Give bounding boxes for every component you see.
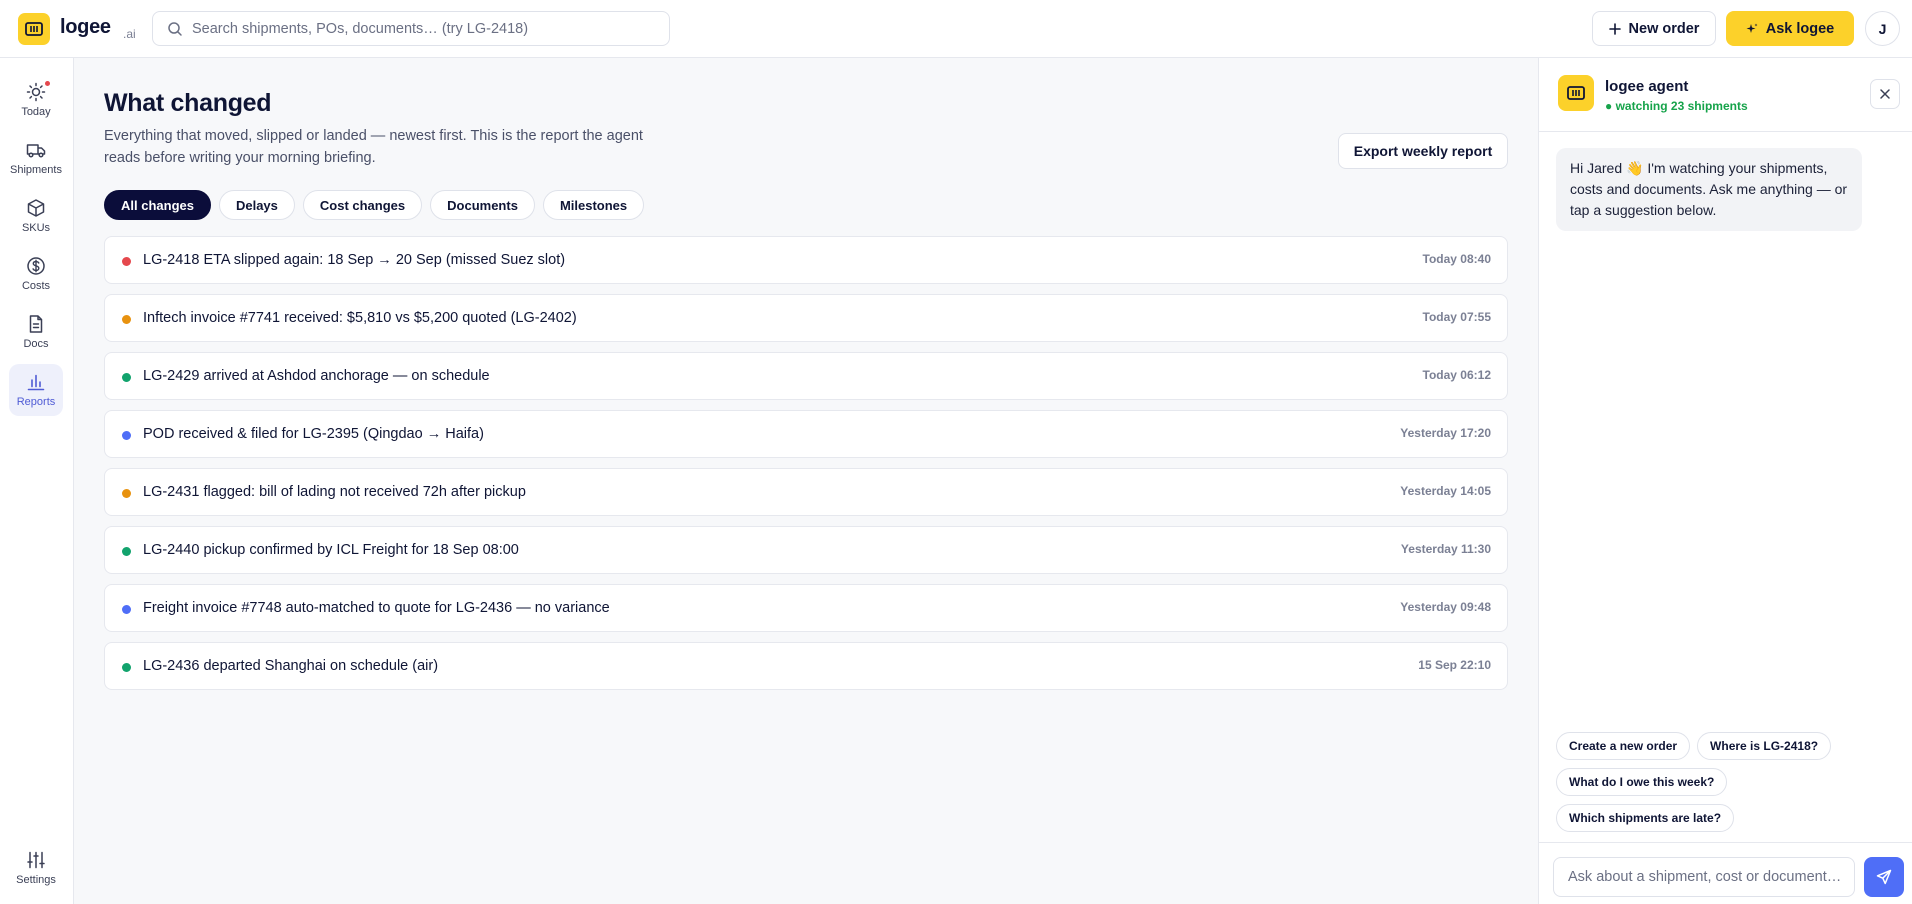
- new-order-label: New order: [1628, 20, 1700, 37]
- change-time: 15 Sep 22:10: [1418, 658, 1491, 672]
- new-order-button[interactable]: New order: [1592, 11, 1716, 46]
- close-icon: [1880, 89, 1890, 99]
- search-input[interactable]: [192, 20, 662, 37]
- sidebar-item-label: Reports: [16, 396, 56, 408]
- filter-cost-changes[interactable]: Cost changes: [302, 190, 423, 220]
- change-time: Today 06:12: [1422, 368, 1491, 382]
- logo[interactable]: [18, 13, 50, 45]
- change-row[interactable]: LG-2418 ETA slipped again: 18 Sep → 20 S…: [104, 236, 1508, 284]
- sidebar-item-docs[interactable]: Docs: [9, 306, 63, 358]
- change-row[interactable]: LG-2429 arrived at Ashdod anchorage — on…: [104, 352, 1508, 400]
- truck-icon: [26, 144, 46, 158]
- filter-milestones[interactable]: Milestones: [542, 190, 645, 220]
- sparkle-icon: [1746, 23, 1758, 33]
- document-icon: [29, 315, 43, 333]
- change-text: LG-2429 arrived at Ashdod anchorage — on…: [143, 368, 490, 384]
- agent-panel-header: logee agent ● watching 23 shipments: [1539, 58, 1912, 132]
- change-time: Yesterday 14:05: [1400, 484, 1491, 498]
- change-text: LG-2418 ETA slipped again: 18 Sep → 20 S…: [143, 252, 566, 268]
- change-row[interactable]: Freight invoice #7748 auto-matched to qu…: [104, 584, 1508, 632]
- brand-name: logee: [60, 16, 111, 38]
- change-row[interactable]: POD received & filed for LG-2395 (Qingda…: [104, 410, 1508, 458]
- status-dot: [122, 489, 131, 498]
- filter-tabs: All changes Delays Cost changes Document…: [104, 190, 645, 220]
- filter-all-changes[interactable]: All changes: [104, 190, 211, 220]
- global-search[interactable]: [152, 11, 670, 46]
- bar-chart-icon: [27, 374, 45, 391]
- change-text: POD received & filed for LG-2395 (Qingda…: [143, 426, 484, 442]
- sidebar-item-today[interactable]: Today: [9, 74, 63, 126]
- sliders-icon: [27, 851, 45, 869]
- logo-icon: [1567, 86, 1585, 100]
- change-text: LG-2436 departed Shanghai on schedule (a…: [143, 658, 439, 674]
- change-time: Today 07:55: [1422, 310, 1491, 324]
- sidebar-item-shipments[interactable]: Shipments: [9, 132, 63, 184]
- status-dot: [122, 663, 131, 672]
- export-weekly-report-button[interactable]: Export weekly report: [1338, 133, 1508, 169]
- ask-logee-label: Ask logee: [1765, 20, 1835, 37]
- sun-icon: [26, 82, 46, 102]
- plus-icon: [1608, 22, 1621, 35]
- change-row[interactable]: LG-2431 flagged: bill of lading not rece…: [104, 468, 1508, 516]
- status-dot: [122, 257, 131, 266]
- change-time: Yesterday 17:20: [1400, 426, 1491, 440]
- change-row[interactable]: LG-2436 departed Shanghai on schedule (a…: [104, 642, 1508, 690]
- change-row[interactable]: Inftech invoice #7741 received: $5,810 v…: [104, 294, 1508, 342]
- sidebar-item-settings[interactable]: Settings: [9, 842, 63, 894]
- send-button[interactable]: [1864, 857, 1904, 897]
- brand-suffix: .ai: [123, 27, 136, 41]
- suggestion-late-shipments[interactable]: Which shipments are late?: [1556, 804, 1735, 832]
- suggestion-where-is-lg2418[interactable]: Where is LG-2418?: [1697, 732, 1832, 760]
- change-time: Yesterday 09:48: [1400, 600, 1491, 614]
- box-icon: [27, 199, 45, 217]
- filter-documents[interactable]: Documents: [430, 190, 535, 220]
- status-dot: [122, 431, 131, 440]
- sidebar-item-label: Docs: [23, 338, 49, 350]
- change-row[interactable]: LG-2440 pickup confirmed by ICL Freight …: [104, 526, 1508, 574]
- agent-avatar: [1558, 75, 1594, 111]
- change-text: LG-2440 pickup confirmed by ICL Freight …: [143, 542, 519, 558]
- sidebar-item-label: Shipments: [10, 164, 62, 176]
- status-dot: [122, 605, 131, 614]
- sidebar-item-costs[interactable]: Costs: [9, 248, 63, 300]
- status-dot: [122, 373, 131, 382]
- search-icon: [168, 21, 182, 36]
- message-input[interactable]: [1553, 857, 1855, 897]
- change-text: Inftech invoice #7741 received: $5,810 v…: [143, 310, 577, 326]
- dollar-icon: [27, 257, 45, 275]
- sidebar-item-label: Settings: [16, 874, 56, 886]
- change-text: LG-2431 flagged: bill of lading not rece…: [143, 484, 526, 500]
- sidebar-item-label: SKUs: [21, 222, 51, 234]
- message-composer: [1539, 842, 1912, 904]
- change-text: Freight invoice #7748 auto-matched to qu…: [143, 600, 610, 616]
- sidebar-item-label: Today: [21, 106, 51, 118]
- notification-dot: [45, 81, 50, 86]
- filter-delays[interactable]: Delays: [218, 190, 295, 220]
- agent-status: ● watching 23 shipments: [1605, 99, 1748, 113]
- ask-logee-button[interactable]: Ask logee: [1726, 11, 1854, 46]
- agent-message: Hi Jared 👋 I'm watching your shipments, …: [1556, 148, 1862, 231]
- user-avatar[interactable]: J: [1865, 11, 1900, 46]
- suggestion-what-do-i-owe[interactable]: What do I owe this week?: [1556, 768, 1728, 796]
- sidebar-item-label: Costs: [21, 280, 51, 292]
- send-icon: [1876, 869, 1892, 885]
- sidebar: Today Shipments SKUs Costs Docs Reports …: [0, 58, 74, 904]
- page-subtitle: Everything that moved, slipped or landed…: [104, 128, 643, 166]
- suggestion-create-order[interactable]: Create a new order: [1556, 732, 1691, 760]
- page-title: What changed: [104, 89, 272, 117]
- sidebar-item-skus[interactable]: SKUs: [9, 190, 63, 242]
- sidebar-item-reports[interactable]: Reports: [9, 364, 63, 416]
- close-panel-button[interactable]: [1870, 79, 1900, 109]
- agent-panel: logee agent ● watching 23 shipments Hi J…: [1538, 58, 1912, 904]
- changes-list: LG-2418 ETA slipped again: 18 Sep → 20 S…: [104, 236, 1508, 700]
- logo-icon: [25, 22, 43, 36]
- status-dot: [122, 547, 131, 556]
- suggestion-chips: Create a new order Where is LG-2418? Wha…: [1556, 732, 1906, 832]
- change-time: Today 08:40: [1422, 252, 1491, 266]
- status-dot: [122, 315, 131, 324]
- change-time: Yesterday 11:30: [1400, 542, 1491, 556]
- top-bar: logee .ai New order Ask logee J: [0, 0, 1912, 58]
- agent-name: logee agent: [1605, 78, 1689, 95]
